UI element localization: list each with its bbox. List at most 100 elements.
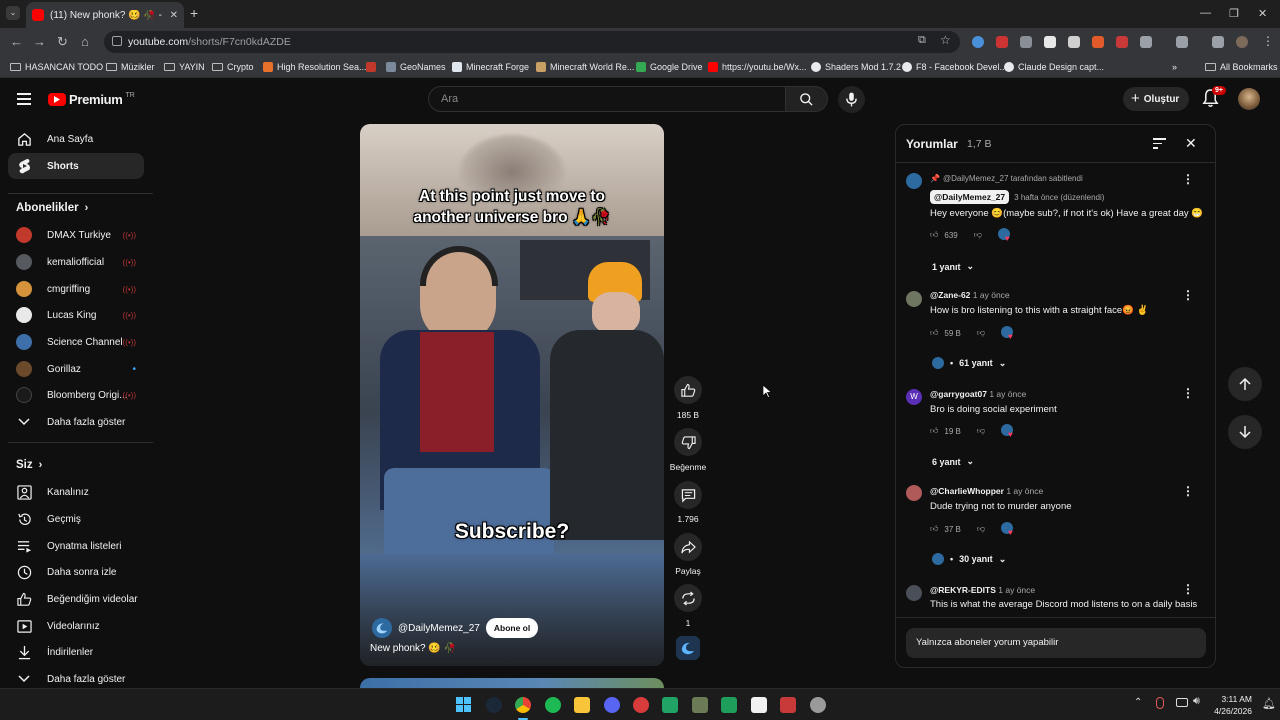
sidebar-item-downloads[interactable]: İndirilenler	[8, 639, 144, 665]
search-button[interactable]	[786, 86, 828, 112]
all-bookmarks[interactable]: All Bookmarks	[1205, 60, 1278, 74]
browser-menu-icon[interactable]: ⋮	[1262, 34, 1274, 48]
discord-icon[interactable]	[604, 697, 620, 713]
creator-author-badge[interactable]: @DailyMemez_27	[930, 190, 1010, 204]
bookmark-link[interactable]: Google Drive	[636, 60, 703, 74]
network-icon[interactable]	[1176, 698, 1188, 707]
previous-short-button[interactable]	[1228, 367, 1262, 401]
extension-icon[interactable]	[996, 36, 1008, 48]
app-icon[interactable]	[751, 697, 767, 713]
show-more-subscriptions[interactable]: Daha fazla göster	[8, 409, 144, 435]
channel-avatar[interactable]	[372, 618, 392, 638]
close-comments-icon[interactable]: ✕	[1185, 135, 1197, 152]
create-button[interactable]: + Oluştur	[1123, 87, 1189, 111]
chrome-icon[interactable]	[515, 697, 531, 713]
comment-menu-icon[interactable]: ⋮	[1182, 173, 1194, 185]
comment-menu-icon[interactable]: ⋮	[1182, 485, 1194, 497]
bookmark-link[interactable]: Minecraft World Re...	[536, 60, 634, 74]
sidebar-item-subscription[interactable]: DMAX Turkiye ((•))	[8, 222, 144, 248]
hamburger-menu-icon[interactable]	[17, 93, 31, 105]
extension-icon[interactable]	[1020, 36, 1032, 48]
sidebar-item-subscription[interactable]: Lucas King ((•))	[8, 302, 144, 328]
thumbs-down-icon[interactable]: 👎︎	[977, 328, 985, 338]
thumbs-up-icon[interactable]: 👍︎	[930, 524, 938, 534]
site-info-icon[interactable]	[112, 36, 122, 46]
cast-icon[interactable]: ⧉	[918, 34, 926, 47]
replies-toggle[interactable]: 1 yanıt ⌄	[932, 261, 974, 272]
bookmark-link[interactable]: GeoNames	[386, 60, 446, 74]
comment-author[interactable]: @Zane-62 1 ay önce	[930, 290, 1010, 300]
comment-menu-icon[interactable]: ⋮	[1182, 289, 1194, 301]
extension-icon[interactable]	[1044, 36, 1056, 48]
comment-menu-icon[interactable]: ⋮	[1182, 583, 1194, 595]
bookmark-folder[interactable]: HASANCAN TODO	[10, 60, 103, 74]
extension-icon[interactable]	[1092, 36, 1104, 48]
dislike-button[interactable]	[674, 428, 702, 456]
tray-overflow-icon[interactable]: ⌃	[1134, 697, 1142, 708]
voice-search-button[interactable]	[838, 86, 865, 113]
sound-source-thumbnail[interactable]	[676, 636, 700, 660]
extension-icon[interactable]	[1116, 36, 1128, 48]
comment-author[interactable]: @CharlieWhopper 1 ay önce	[930, 486, 1043, 496]
extension-icon[interactable]	[1068, 36, 1080, 48]
bookmark-link[interactable]: Claude Design capt...	[1004, 60, 1104, 74]
thumbs-up-icon[interactable]: 👍︎	[930, 426, 938, 436]
app-icon[interactable]	[633, 697, 649, 713]
comments-button[interactable]	[674, 481, 702, 509]
app-icon[interactable]	[692, 697, 708, 713]
thumbs-up-icon[interactable]: 👍︎	[930, 328, 938, 338]
commenter-avatar[interactable]: W	[906, 389, 922, 405]
replies-toggle[interactable]: • 61 yanıt ⌄	[932, 357, 1006, 369]
window-close-icon[interactable]: ✕	[1258, 7, 1267, 20]
bookmarks-overflow-icon[interactable]: »	[1172, 60, 1177, 74]
extension-icon[interactable]	[972, 36, 984, 48]
search-input[interactable]: Ara	[428, 86, 786, 112]
comment-menu-icon[interactable]: ⋮	[1182, 387, 1194, 399]
thumbs-down-icon[interactable]: 👎︎	[977, 524, 985, 534]
sidebar-item-home[interactable]: Ana Sayfa	[8, 126, 144, 152]
forward-arrow-icon[interactable]: →	[33, 35, 46, 49]
app-icon[interactable]	[780, 697, 796, 713]
minimize-icon[interactable]: —	[1200, 7, 1211, 19]
reload-icon[interactable]: ↻	[57, 35, 68, 49]
replies-toggle[interactable]: • 30 yanıt ⌄	[932, 553, 1006, 565]
notifications-button[interactable]: 9+	[1202, 86, 1226, 111]
sidebar-item-your-videos[interactable]: Videolarınız	[8, 613, 144, 639]
commenter-avatar[interactable]	[906, 291, 922, 307]
start-menu-icon[interactable]	[456, 697, 472, 713]
like-button[interactable]	[674, 376, 702, 404]
sidebar-item-watch-later[interactable]: Daha sonra izle	[8, 559, 144, 585]
account-avatar[interactable]	[1238, 88, 1260, 110]
replies-toggle[interactable]: 6 yanıt ⌄	[932, 456, 974, 467]
commenter-avatar[interactable]	[906, 173, 922, 189]
system-clock[interactable]: 3:11 AM 4/26/2026	[1210, 693, 1252, 717]
sidebar-item-subscription[interactable]: cmgriffing ((•))	[8, 276, 144, 302]
sidebar-item-playlists[interactable]: Oynatma listeleri	[8, 533, 144, 559]
channel-name[interactable]: @DailyMemez_27	[398, 623, 480, 634]
bookmark-folder[interactable]: Müzikler	[106, 60, 155, 74]
bookmark-link[interactable]: F8 - Facebook Devel...	[902, 60, 1007, 74]
next-short-button[interactable]	[1228, 415, 1262, 449]
app-icon[interactable]	[662, 697, 678, 713]
thumbs-down-icon[interactable]: 👎︎	[974, 230, 982, 240]
media-controls-icon[interactable]	[1212, 36, 1224, 48]
file-explorer-icon[interactable]	[574, 697, 590, 713]
sort-comments-icon[interactable]	[1153, 138, 1166, 149]
sidebar-item-shorts[interactable]: Shorts	[8, 153, 144, 179]
maximize-icon[interactable]: ❐	[1229, 7, 1239, 20]
notification-center-icon[interactable]: 🔔︎	[1262, 697, 1276, 710]
tab-close-icon[interactable]: ✕	[170, 10, 178, 21]
you-heading[interactable]: Siz ›	[16, 459, 42, 471]
tab-search-button[interactable]: ⌄	[6, 6, 20, 20]
bookmark-link[interactable]: Minecraft Forge	[452, 60, 529, 74]
spotify-icon[interactable]	[545, 697, 561, 713]
youtube-premium-logo[interactable]: Premium TR	[48, 92, 135, 107]
profile-avatar[interactable]	[1236, 36, 1248, 48]
bookmark-link[interactable]	[366, 60, 376, 74]
subscribe-button[interactable]: Abone ol	[485, 618, 539, 638]
browser-tab-active[interactable]: (11) New phonk? 🥴 🥀 - YouTube ✕	[26, 2, 184, 28]
shorts-video-player[interactable]: At this point just move to another unive…	[360, 124, 664, 666]
bookmark-star-icon[interactable]: ☆	[940, 33, 951, 47]
bookmark-link[interactable]: High Resolution Sea...	[263, 60, 367, 74]
home-button-icon[interactable]: ⌂	[81, 35, 89, 49]
